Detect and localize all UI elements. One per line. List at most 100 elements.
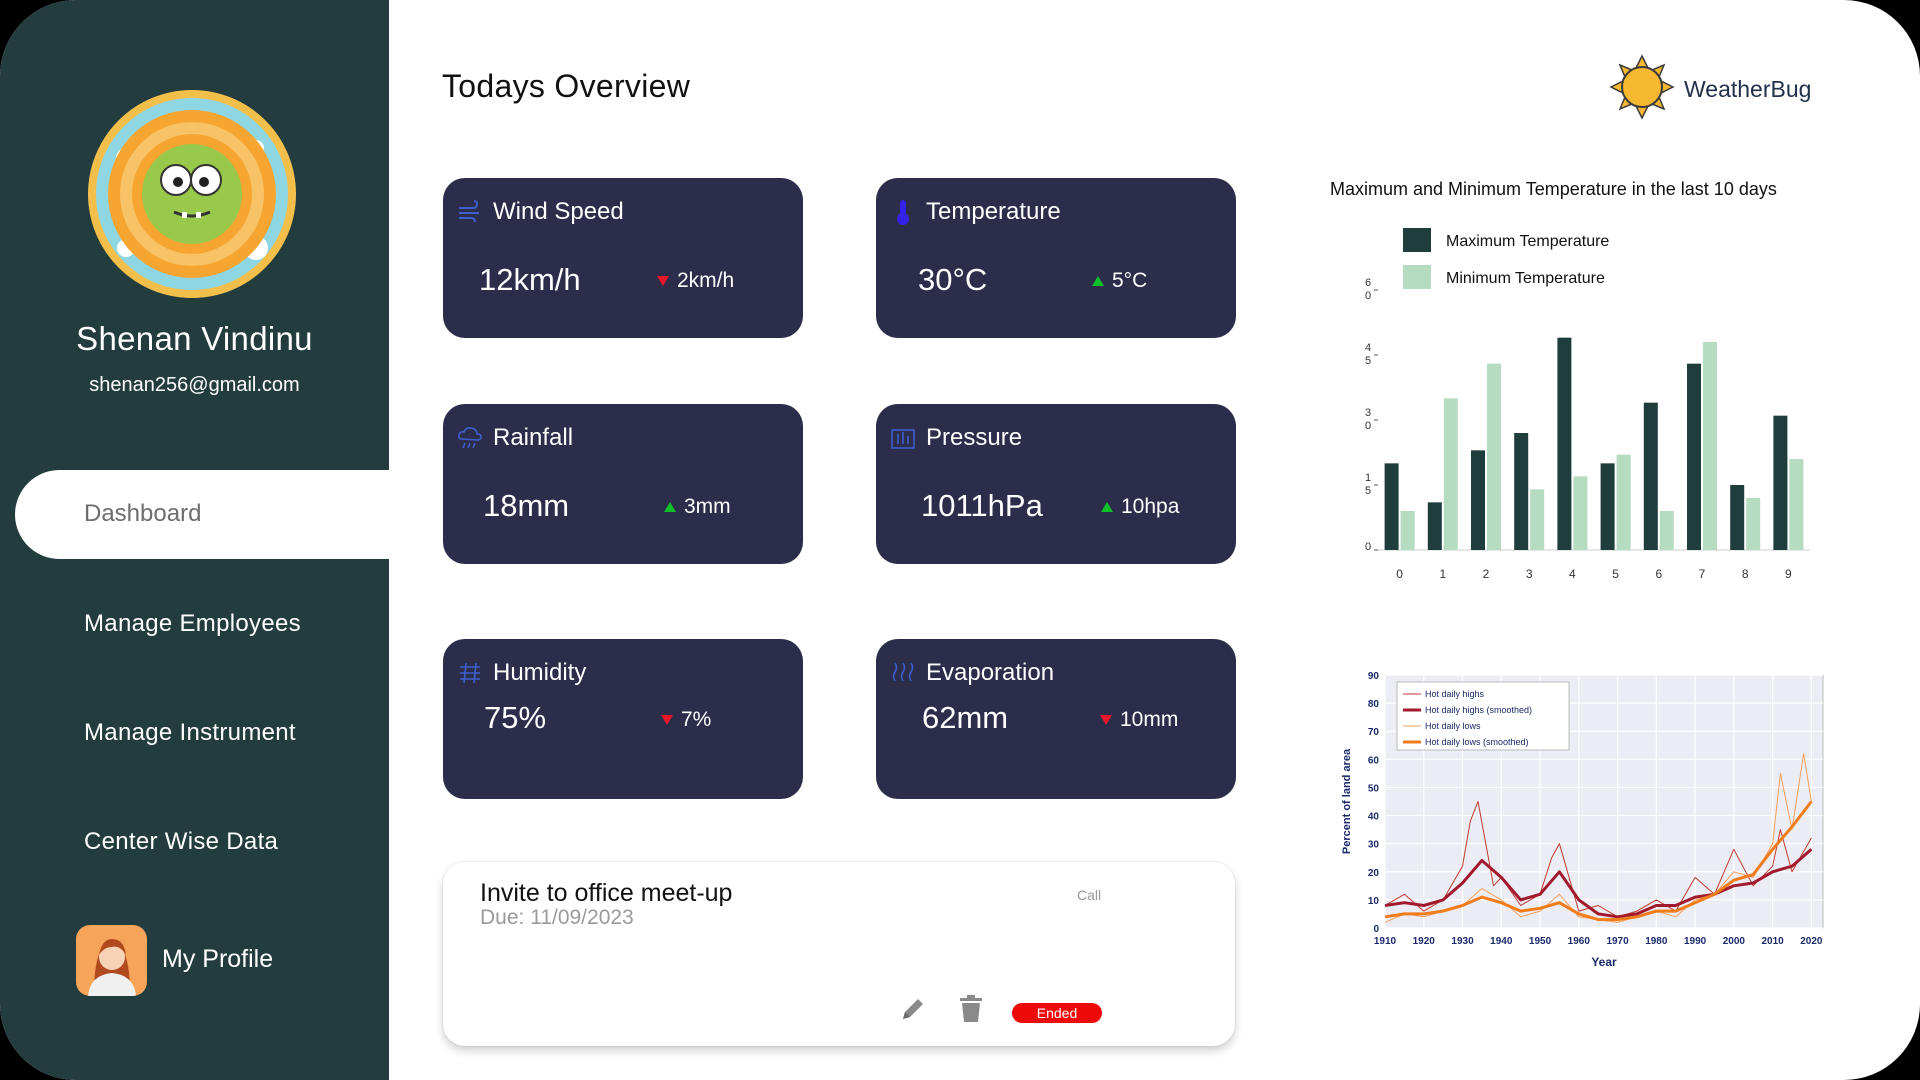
bar-min-temp xyxy=(1789,459,1804,550)
user-email: shenan256@gmail.com xyxy=(89,374,300,396)
trash-icon[interactable] xyxy=(957,994,985,1024)
task-card[interactable]: Invite to office meet-up Due: 11/09/2023… xyxy=(443,862,1235,1046)
trend-up-icon xyxy=(664,502,676,513)
x-tick-label: 2 xyxy=(1483,567,1490,581)
task-type: Call xyxy=(1077,887,1102,903)
my-profile-label: My Profile xyxy=(162,945,274,973)
bar-min-temp xyxy=(1573,476,1588,550)
x-tick-label: 8 xyxy=(1742,567,1749,581)
y-tick-label: 3 xyxy=(1365,407,1371,419)
x-tick-label: 1980 xyxy=(1645,936,1668,947)
y-tick-label: 5 xyxy=(1365,355,1371,367)
trend-up-icon xyxy=(1092,276,1104,287)
x-tick-label: 2010 xyxy=(1761,936,1784,947)
nav-item-center-wise-data[interactable]: Center Wise Data xyxy=(84,828,278,856)
card-value: 30°C xyxy=(918,262,988,297)
legend-swatch-max xyxy=(1403,228,1431,252)
card-title: Pressure xyxy=(926,424,1023,451)
nav-item-manage-instrument[interactable]: Manage Instrument xyxy=(84,719,296,747)
chart-legend: Hot daily highs Hot daily highs (smoothed… xyxy=(1396,681,1570,751)
x-tick-label: 1910 xyxy=(1374,936,1397,947)
chart-title: Maximum and Minimum Temperature in the l… xyxy=(1330,179,1777,199)
x-tick-label: 4 xyxy=(1569,567,1576,581)
brand-logo: WeatherBug xyxy=(1609,54,1829,124)
legend-label: Hot daily highs xyxy=(1425,689,1485,699)
sun-icon xyxy=(1609,54,1675,120)
task-title: Invite to office meet-up xyxy=(480,879,733,907)
trend-up-icon xyxy=(1101,502,1113,513)
y-tick-label: 1 xyxy=(1365,472,1371,484)
wind-icon xyxy=(459,200,479,223)
card-value: 1011hPa xyxy=(921,488,1043,523)
x-tick-label: 1940 xyxy=(1490,936,1513,947)
trend-down-icon xyxy=(657,276,669,287)
x-tick-label: 7 xyxy=(1699,567,1706,581)
x-tick-label: 3 xyxy=(1526,567,1533,581)
bar-max-temp xyxy=(1514,433,1529,550)
card-value: 62mm xyxy=(922,700,1009,735)
y-tick-label: 0 xyxy=(1365,420,1371,432)
nav-item-dashboard[interactable]: Dashboard xyxy=(15,470,389,559)
user-name: Shenan Vindinu xyxy=(76,320,313,357)
app-window: Shenan Vindinu shenan256@gmail.com Dashb… xyxy=(0,0,1920,1080)
card-value: 12km/h xyxy=(479,262,581,297)
x-tick-label: 5 xyxy=(1612,567,1619,581)
y-tick-label: 90 xyxy=(1368,671,1380,682)
x-tick-label: 2020 xyxy=(1800,936,1823,947)
card-evaporation: Evaporation 62mm 10mm xyxy=(876,639,1236,799)
x-tick-label: 1970 xyxy=(1606,936,1629,947)
status-badge: Ended xyxy=(1012,1003,1102,1023)
x-tick-label: 1990 xyxy=(1684,936,1707,947)
thermometer-icon xyxy=(897,200,909,225)
trend-down-icon xyxy=(661,715,673,726)
x-tick-label: 1930 xyxy=(1451,936,1474,947)
profile-avatar xyxy=(76,925,147,996)
legend-label: Hot daily highs (smoothed) xyxy=(1425,705,1532,715)
card-delta: 10mm xyxy=(1100,708,1178,732)
y-tick-label: 30 xyxy=(1368,840,1380,851)
x-tick-label: 1960 xyxy=(1568,936,1591,947)
evaporation-icon xyxy=(892,662,914,682)
bar-min-temp xyxy=(1746,498,1761,550)
legend-label-max: Maximum Temperature xyxy=(1446,233,1609,250)
bar-min-temp xyxy=(1703,342,1717,550)
task-due-date: Due: 11/09/2023 xyxy=(480,906,634,929)
y-tick-label: 50 xyxy=(1368,783,1380,794)
card-rainfall: Rainfall 18mm 3mm xyxy=(443,404,803,564)
my-profile-link[interactable]: My Profile xyxy=(76,925,336,997)
y-tick-label: 0 xyxy=(1365,290,1371,302)
heat-extremes-line-chart: 1910 1920 1930 1940 1950 1960 1970 1980 1990 2000… xyxy=(1341,671,1824,969)
y-tick-label: 70 xyxy=(1368,727,1380,738)
x-tick-label: 2000 xyxy=(1723,936,1746,947)
y-tick-label: 10 xyxy=(1368,896,1380,907)
card-title: Humidity xyxy=(493,659,587,686)
x-tick-label: 1 xyxy=(1439,567,1446,581)
bar-min-temp xyxy=(1530,489,1545,550)
y-tick-label: 20 xyxy=(1368,868,1380,879)
page-title: Todays Overview xyxy=(442,68,691,104)
y-tick-label: 0 xyxy=(1373,924,1379,935)
brand-name: WeatherBug xyxy=(1684,76,1812,102)
legend-label-min: Minimum Temperature xyxy=(1446,270,1605,287)
x-tick-label: 1920 xyxy=(1413,936,1436,947)
card-delta: 10hpa xyxy=(1101,495,1179,519)
trend-down-icon xyxy=(1100,715,1112,726)
card-delta: 3mm xyxy=(664,495,731,519)
card-pressure: Pressure 1011hPa 10hpa xyxy=(876,404,1236,564)
temperature-bar-chart: Maximum and Minimum Temperature in the l… xyxy=(1330,179,1810,581)
y-tick-label: 60 xyxy=(1368,755,1380,766)
edit-icon[interactable] xyxy=(898,994,928,1024)
legend-swatch-min xyxy=(1403,265,1431,289)
card-title: Temperature xyxy=(926,198,1061,225)
y-tick-label: 4 xyxy=(1365,342,1371,354)
bar-min-temp xyxy=(1443,398,1458,550)
legend-label: Hot daily lows xyxy=(1425,721,1481,731)
nav-item-manage-employees[interactable]: Manage Employees xyxy=(84,610,301,638)
x-tick-label: 1950 xyxy=(1529,936,1552,947)
card-delta: 2km/h xyxy=(657,269,734,293)
legend-label: Hot daily lows (smoothed) xyxy=(1425,737,1529,747)
y-axis-label: Percent of land area xyxy=(1341,748,1353,854)
card-title: Evaporation xyxy=(926,659,1055,686)
card-temperature: Temperature 30°C 5°C xyxy=(876,178,1236,338)
humidity-icon xyxy=(460,662,480,684)
